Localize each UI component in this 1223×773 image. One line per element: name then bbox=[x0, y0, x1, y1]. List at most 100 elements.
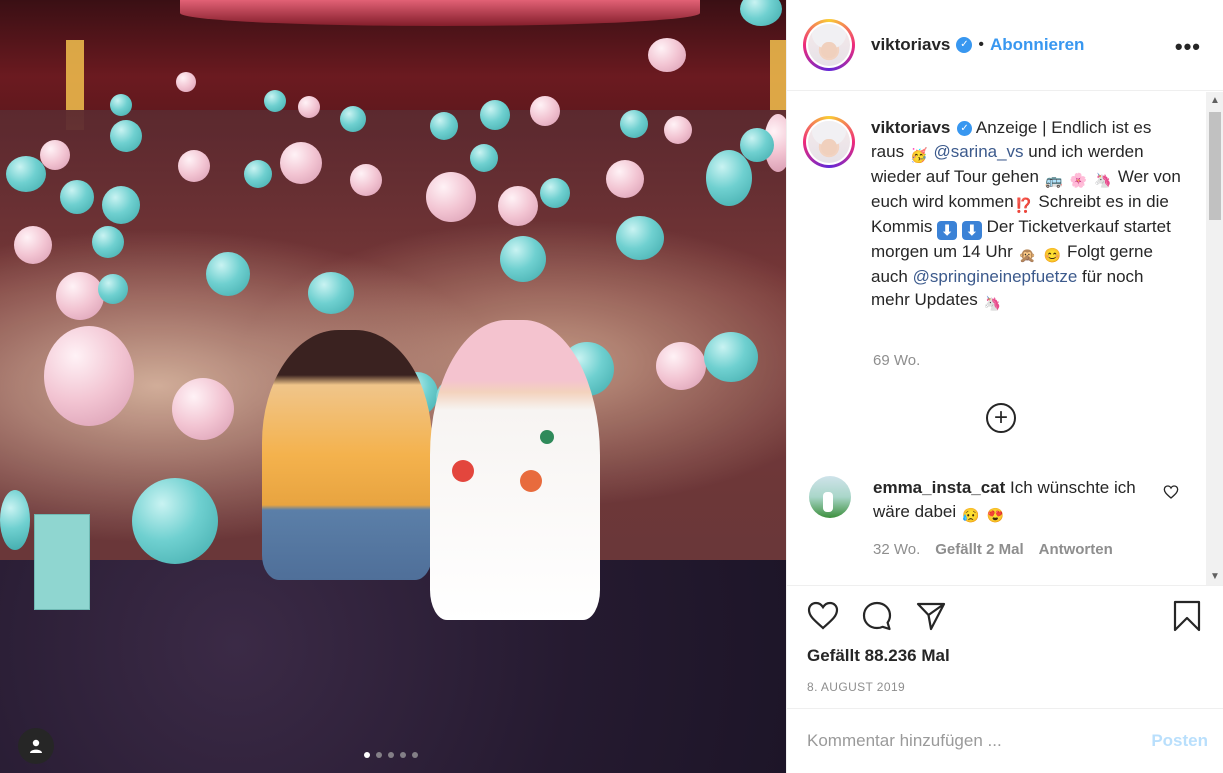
balloon bbox=[132, 478, 218, 564]
caption-text: viktoriavs ✓ Anzeige | Endlich ist es ra… bbox=[871, 116, 1183, 313]
caption: viktoriavs ✓ Anzeige | Endlich ist es ra… bbox=[803, 116, 1183, 313]
balloon bbox=[426, 172, 476, 222]
balloon bbox=[664, 116, 692, 144]
tagged-users-button[interactable] bbox=[18, 728, 54, 764]
balloon bbox=[616, 216, 664, 260]
verified-icon: ✓ bbox=[957, 121, 973, 136]
carousel-dot[interactable] bbox=[388, 752, 394, 758]
bus-emoji: 🚌 bbox=[1044, 171, 1063, 188]
sad-face-emoji: 😥 bbox=[962, 506, 980, 523]
balloon bbox=[110, 94, 132, 116]
balloon bbox=[176, 72, 196, 92]
caption-username[interactable]: viktoriavs bbox=[871, 118, 950, 137]
scrollbar-thumb[interactable] bbox=[1209, 112, 1221, 220]
comment-timestamp[interactable]: 32 Wo. bbox=[873, 541, 920, 558]
verified-icon: ✓ bbox=[956, 37, 973, 53]
bookmark-icon[interactable] bbox=[1171, 600, 1203, 632]
post-date[interactable]: 8. AUGUST 2019 bbox=[807, 680, 905, 694]
balloon bbox=[0, 490, 30, 550]
balloon bbox=[498, 186, 538, 226]
caption-timestamp[interactable]: 69 Wo. bbox=[873, 352, 920, 369]
monkey-emoji: 🙊 bbox=[1018, 246, 1037, 263]
post-header: viktoriavs ✓ • Abonnieren ••• bbox=[787, 0, 1223, 91]
header-username[interactable]: viktoriavs bbox=[871, 35, 950, 55]
balloon bbox=[44, 326, 134, 426]
mention-link[interactable]: @sarina_vs bbox=[934, 142, 1024, 161]
balloon bbox=[298, 96, 320, 118]
party-face-emoji: 🥳 bbox=[910, 146, 928, 163]
heart-eyes-emoji: 😍 bbox=[986, 506, 1005, 523]
profile-avatar[interactable] bbox=[803, 19, 855, 71]
balloon bbox=[500, 236, 546, 282]
comment-input[interactable] bbox=[807, 731, 1152, 751]
balloon bbox=[172, 378, 234, 440]
comments-scrollbar[interactable]: ▲ ▼ bbox=[1206, 92, 1223, 585]
balloon bbox=[430, 112, 458, 140]
blossom-emoji: 🌸 bbox=[1069, 171, 1088, 188]
gift-bag bbox=[34, 514, 90, 610]
add-comment-bar: Posten bbox=[787, 708, 1223, 773]
comment-likes[interactable]: Gefällt 2 Mal bbox=[935, 541, 1023, 558]
comment-text: emma_insta_cat Ich wünschte ich wäre dab… bbox=[873, 476, 1153, 525]
caption-avatar[interactable] bbox=[803, 116, 855, 168]
avatar-image bbox=[808, 121, 850, 163]
comment-meta: 32 Wo. Gefällt 2 Mal Antworten bbox=[873, 541, 1113, 558]
post-photo[interactable] bbox=[0, 0, 786, 773]
carousel-indicator bbox=[364, 752, 418, 758]
separator-dot: • bbox=[978, 36, 984, 53]
balloon bbox=[470, 144, 498, 172]
balloon bbox=[102, 186, 140, 224]
carousel-dot[interactable] bbox=[400, 752, 406, 758]
comment-icon[interactable] bbox=[861, 600, 893, 632]
balloon bbox=[340, 106, 366, 132]
balloon bbox=[244, 160, 272, 188]
dress-flower bbox=[540, 430, 554, 444]
interrobang-emoji: ⁉️ bbox=[1014, 196, 1033, 213]
commenter-username[interactable]: emma_insta_cat bbox=[873, 478, 1005, 497]
balloon bbox=[178, 150, 210, 182]
dress-flower bbox=[520, 470, 542, 492]
mention-link[interactable]: @springineinepfuetze bbox=[913, 267, 1078, 286]
balloon bbox=[14, 226, 52, 264]
scroll-up-arrow-icon[interactable]: ▲ bbox=[1206, 92, 1223, 110]
instagram-post-modal: viktoriavs ✓ • Abonnieren ••• viktoriavs… bbox=[0, 0, 1223, 773]
reply-button[interactable]: Antworten bbox=[1039, 541, 1113, 558]
carousel-dot[interactable] bbox=[364, 752, 370, 758]
balloon bbox=[280, 142, 322, 184]
dress-flower bbox=[452, 460, 474, 482]
unicorn-emoji: 🦄 bbox=[983, 295, 1002, 311]
cinema-ceiling bbox=[180, 0, 700, 26]
comments-section: viktoriavs ✓ Anzeige | Endlich ist es ra… bbox=[787, 92, 1223, 586]
user-icon bbox=[30, 739, 42, 753]
avatar-image bbox=[808, 24, 850, 66]
balloon bbox=[110, 120, 142, 152]
smiling-face-emoji: 😊 bbox=[1043, 246, 1061, 263]
cinema-floor bbox=[0, 560, 786, 773]
comment-heart-icon[interactable] bbox=[1163, 484, 1179, 500]
post-comment-button[interactable]: Posten bbox=[1151, 731, 1208, 751]
balloon bbox=[620, 110, 648, 138]
balloon bbox=[206, 252, 250, 296]
balloon bbox=[264, 90, 286, 112]
balloon bbox=[656, 342, 706, 390]
more-options-icon[interactable]: ••• bbox=[1175, 34, 1201, 60]
share-icon[interactable] bbox=[915, 600, 947, 632]
plus-circle-icon[interactable]: + bbox=[986, 403, 1016, 433]
down-arrow-emoji: ⬇ bbox=[937, 220, 958, 240]
balloon bbox=[308, 272, 354, 314]
heart-icon[interactable] bbox=[807, 600, 839, 632]
scroll-down-arrow-icon[interactable]: ▼ bbox=[1206, 568, 1223, 585]
balloon bbox=[740, 128, 774, 162]
carousel-dot[interactable] bbox=[376, 752, 382, 758]
carousel-dot[interactable] bbox=[412, 752, 418, 758]
commenter-avatar[interactable] bbox=[809, 476, 851, 518]
girl-yellow-sweater bbox=[262, 330, 432, 580]
balloon bbox=[740, 0, 782, 26]
balloon bbox=[56, 272, 104, 320]
balloon bbox=[60, 180, 94, 214]
balloon bbox=[704, 332, 758, 382]
balloon bbox=[706, 150, 752, 206]
follow-button[interactable]: Abonnieren bbox=[990, 35, 1084, 55]
likes-count[interactable]: Gefällt 88.236 Mal bbox=[807, 646, 950, 666]
balloon bbox=[350, 164, 382, 196]
